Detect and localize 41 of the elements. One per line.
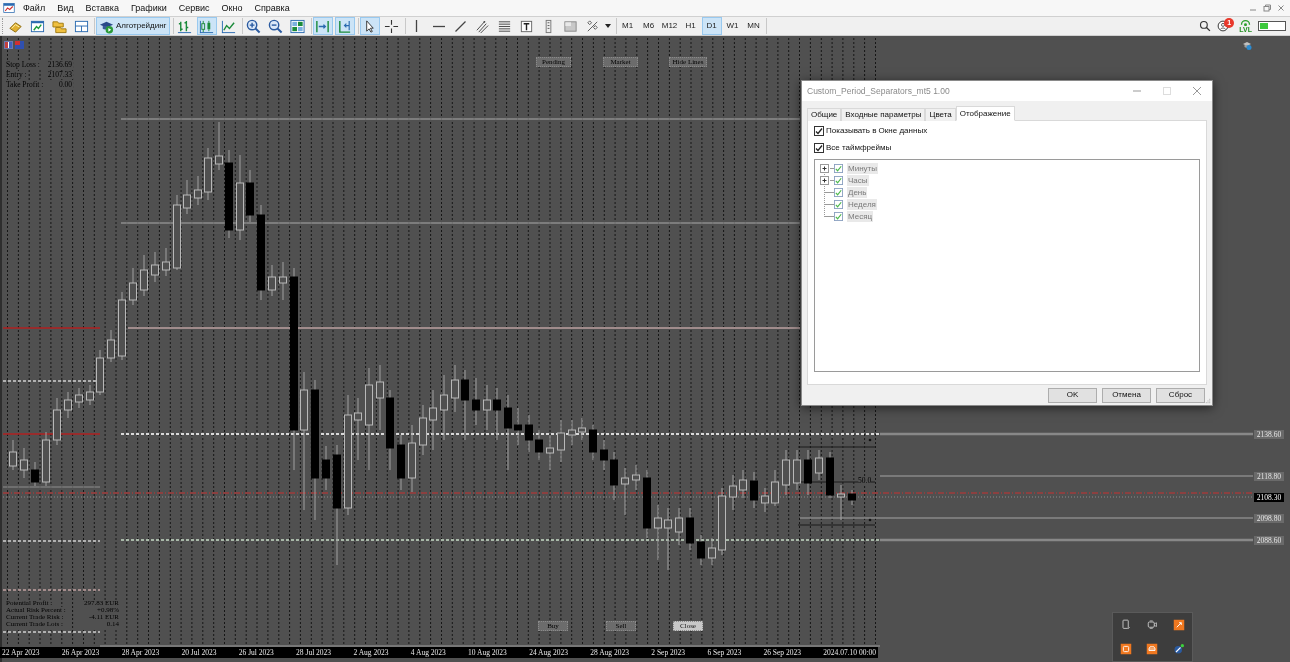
algotrading-button[interactable]: Алготрейдинг <box>96 17 170 35</box>
close-icon <box>1276 3 1286 13</box>
search-icon[interactable] <box>1199 20 1212 32</box>
line-chart-icon <box>221 18 237 34</box>
battery-icon <box>1258 21 1286 31</box>
timeframe-button[interactable]: M1 <box>617 17 638 35</box>
autoscroll-icon <box>337 18 353 34</box>
menu-item[interactable]: Файл <box>17 3 52 13</box>
menu-item[interactable]: Справка <box>248 3 296 13</box>
zoom-in-icon <box>246 18 262 34</box>
candles-chart-icon <box>199 18 215 34</box>
chart-shift-icon <box>315 18 331 34</box>
restore-icon <box>1262 3 1272 13</box>
menu-item[interactable]: Сервис <box>172 3 216 13</box>
timeframe-button[interactable]: M12 <box>659 17 680 35</box>
restore-button[interactable] <box>1261 2 1273 14</box>
window-layout-icon <box>73 18 89 34</box>
chart-window-icon <box>29 18 45 34</box>
menu-item[interactable]: Вид <box>51 3 80 13</box>
shapes-icon <box>585 18 601 34</box>
vertical-line-icon <box>415 20 419 32</box>
signal-icon <box>1240 19 1252 26</box>
stacked-lines-icon <box>497 18 513 34</box>
text-box-icon <box>519 18 535 34</box>
timeframe-button[interactable]: H1 <box>680 17 701 35</box>
trend-line-icon <box>455 20 467 32</box>
menu-item[interactable]: Окно <box>215 3 249 13</box>
menu-item[interactable]: Графики <box>124 3 173 13</box>
timeframe-button[interactable]: D1 <box>701 17 722 35</box>
timeframe-button[interactable]: M6 <box>638 17 659 35</box>
menu-item[interactable]: Вставка <box>79 3 125 13</box>
bars-chart-icon <box>177 18 193 34</box>
crosshair-icon <box>384 18 400 34</box>
caret-icon <box>604 24 611 28</box>
horizontal-line-icon <box>432 24 445 28</box>
zoom-out-icon <box>268 18 284 34</box>
toolbar-button[interactable] <box>359 17 380 35</box>
timeframe-button[interactable]: MN <box>743 17 764 35</box>
tile-windows-icon <box>290 18 306 34</box>
folders-icon <box>51 18 67 34</box>
timeframe-button[interactable]: W1 <box>722 17 743 35</box>
